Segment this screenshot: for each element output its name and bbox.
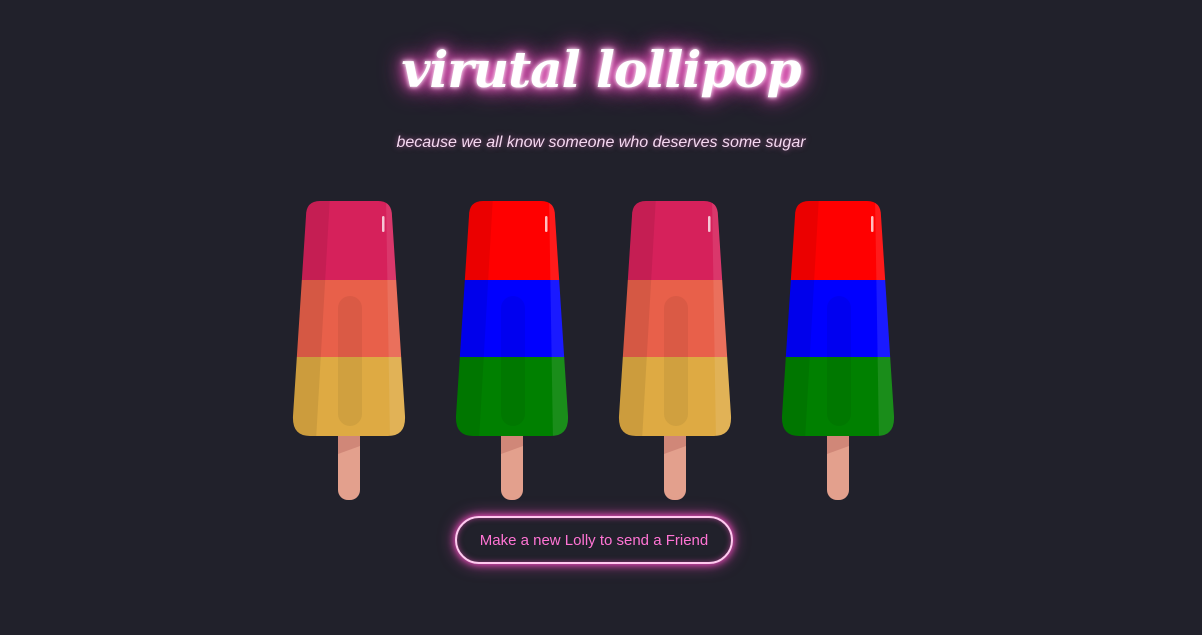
lolly-highlight	[382, 216, 385, 232]
lolly-body	[781, 201, 895, 436]
page-title: virutal lollipop	[401, 40, 801, 99]
lolly-shade-center	[338, 296, 362, 426]
lolly-1	[290, 196, 410, 506]
lolly-graphic	[455, 201, 569, 500]
lolly-graphic	[292, 201, 406, 500]
lolly-highlight	[708, 216, 711, 232]
lolly-graphic	[618, 201, 732, 500]
lolly-highlight	[545, 216, 548, 232]
page-subtitle: because we all know someone who deserves…	[396, 134, 806, 151]
lolly-highlight	[871, 216, 874, 232]
lolly-2	[453, 196, 573, 506]
lolly-body	[618, 201, 732, 436]
lollies-row	[0, 196, 1202, 506]
make-new-lolly-button[interactable]: Make a new Lolly to send a Friend	[455, 516, 733, 564]
lolly-shade-center	[664, 296, 688, 426]
lolly-3	[616, 196, 736, 506]
lolly-body	[292, 201, 406, 436]
lolly-graphic	[781, 201, 895, 500]
lolly-4	[779, 196, 899, 506]
lolly-shade-center	[827, 296, 851, 426]
lolly-shade-center	[501, 296, 525, 426]
lolly-body	[455, 201, 569, 436]
